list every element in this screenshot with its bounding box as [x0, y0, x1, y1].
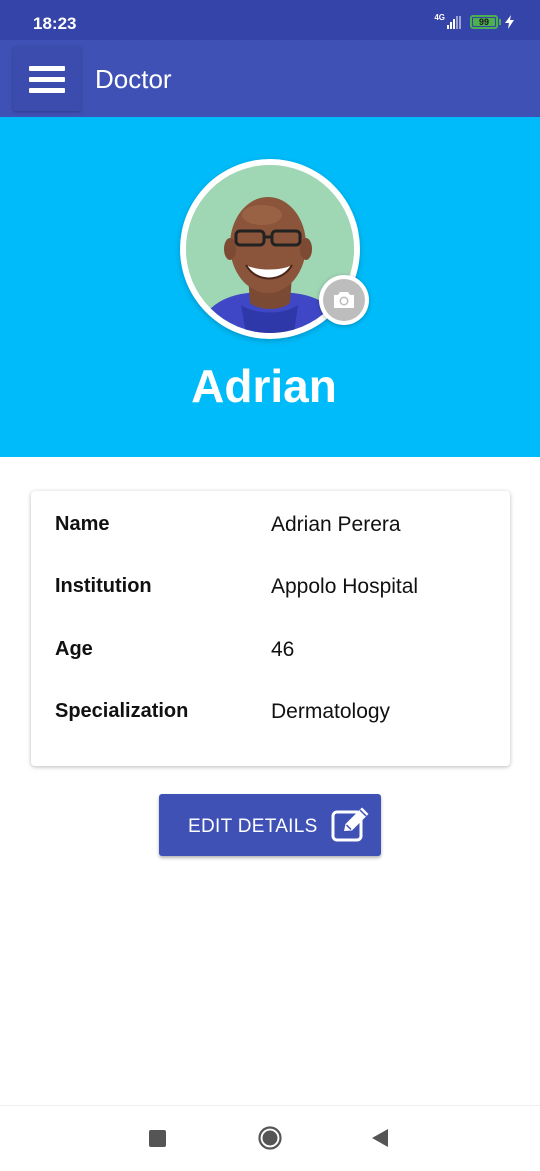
detail-row-name: Name Adrian Perera	[31, 513, 510, 553]
profile-name: Adrian	[191, 360, 337, 412]
home-icon[interactable]	[258, 1126, 282, 1150]
status-bar: 18:23 4G 99	[0, 0, 540, 40]
charging-icon	[505, 15, 514, 29]
detail-row-age: Age 46	[31, 638, 510, 678]
signal-icon	[447, 15, 462, 29]
battery-level: 99	[478, 17, 489, 27]
detail-row-specialization: Specialization Dermatology	[31, 700, 510, 740]
detail-label: Age	[55, 638, 93, 660]
system-nav-bar	[0, 1105, 540, 1171]
detail-row-institution: Institution Appolo Hospital	[31, 575, 510, 615]
back-icon[interactable]	[371, 1128, 389, 1148]
detail-value: Adrian Perera	[271, 513, 401, 536]
network-type: 4G	[434, 12, 445, 22]
detail-value: 46	[271, 638, 295, 661]
detail-value: Dermatology	[271, 700, 391, 723]
change-photo-button[interactable]	[319, 275, 369, 325]
status-time: 18:23	[33, 14, 77, 33]
detail-label: Name	[55, 513, 110, 535]
recent-apps-icon[interactable]	[149, 1130, 166, 1147]
app-bar: Doctor	[0, 40, 540, 117]
camera-icon	[334, 292, 354, 308]
edit-icon	[331, 807, 369, 842]
detail-value: Appolo Hospital	[271, 575, 419, 598]
profile-header: Adrian	[0, 117, 540, 457]
hamburger-menu-icon	[29, 60, 65, 99]
detail-label: Specialization	[55, 700, 189, 722]
edit-details-button[interactable]: EDIT DETAILS	[159, 794, 381, 856]
battery-icon: 99	[470, 15, 498, 29]
menu-button[interactable]	[13, 47, 81, 111]
edit-details-label: EDIT DETAILS	[188, 816, 318, 837]
detail-label: Institution	[55, 575, 152, 597]
app-title: Doctor	[95, 64, 172, 94]
status-icons: 4G 99	[434, 12, 514, 32]
details-card: Name Adrian Perera Institution Appolo Ho…	[31, 491, 510, 766]
